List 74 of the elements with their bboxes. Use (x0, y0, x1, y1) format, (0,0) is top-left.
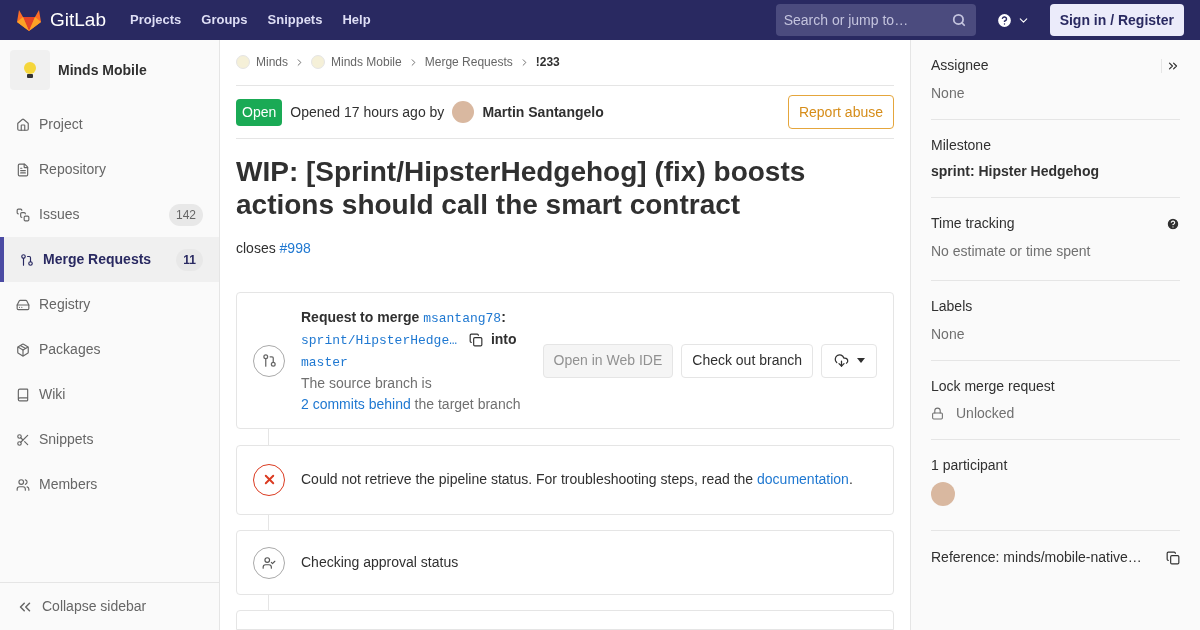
sidebar-item[interactable]: Merge Requests 11 (0, 237, 219, 282)
people-icon (16, 477, 30, 492)
author-link[interactable]: Martin Santangelo (482, 101, 604, 123)
lock-icon (931, 407, 944, 420)
count-badge: 11 (176, 248, 203, 271)
sidebar-item[interactable]: Wiki (0, 372, 219, 417)
sidebar-item[interactable]: Snippets (0, 417, 219, 462)
merge-request-icon (20, 252, 34, 267)
collapse-sidebar-button[interactable]: Collapse sidebar (0, 582, 219, 630)
copy-icon[interactable] (468, 333, 483, 348)
issue-link[interactable]: #998 (279, 240, 311, 257)
caret-icon (856, 358, 865, 364)
open-web-ide-button[interactable]: Open in Web IDE (542, 343, 674, 378)
section-label: Labels (931, 297, 974, 316)
source-user-link[interactable]: msantang78 (423, 310, 502, 326)
nav-link[interactable]: Help (342, 10, 371, 30)
home-icon (16, 117, 30, 132)
breadcrumb-link[interactable]: Minds Mobile (331, 53, 402, 72)
breadcrumb-link[interactable]: !233 (535, 53, 560, 72)
fox-logo-icon (16, 8, 42, 32)
target-branch-link[interactable]: master (301, 354, 348, 370)
count-badge: 142 (168, 203, 203, 226)
section-label: Time tracking (931, 214, 1016, 233)
sidebar-item[interactable]: Issues 142 (0, 192, 219, 237)
nav-link[interactable]: Snippets (267, 10, 323, 30)
sidebar-item[interactable]: Project (0, 102, 219, 147)
download-dropdown-button[interactable] (821, 343, 877, 378)
merge-label: Request to merge (301, 308, 421, 325)
breadcrumb-link[interactable]: Minds (256, 53, 288, 72)
nav-link[interactable]: Projects (130, 10, 182, 30)
section-label: Lock merge request (931, 377, 1056, 396)
expand-icon[interactable] (1161, 58, 1180, 73)
brand-name[interactable]: GitLab (50, 5, 106, 35)
sidebar-item[interactable]: Registry (0, 282, 219, 327)
project-name[interactable]: Minds Mobile (58, 59, 147, 81)
commits-behind-link[interactable]: 2 commits behind (301, 395, 411, 412)
copy-icon[interactable] (1166, 550, 1180, 565)
document-icon (16, 162, 30, 177)
package-icon (16, 342, 30, 357)
sidebar-item[interactable]: Packages (0, 327, 219, 372)
check-out-branch-button[interactable]: Check out branch (681, 343, 813, 378)
book-icon (16, 387, 30, 402)
section-label: 1 participant (931, 456, 1009, 475)
search-icon (951, 13, 966, 27)
section-label: Assignee (931, 56, 990, 75)
breadcrumb-link[interactable]: Merge Requests (424, 53, 513, 72)
reference-text: Reference: minds/mobile-native… (931, 548, 1143, 567)
milestone-value[interactable]: sprint: Hipster Hedgehog (931, 161, 1180, 182)
cloud-download-icon (833, 353, 849, 369)
section-value: No estimate or time spent (931, 242, 1092, 261)
colon-text: : (501, 308, 506, 325)
scissors-icon (16, 432, 30, 447)
merge-request-title: WIP: [Sprint/HipsterHedgehog] (fix) boosts actions should call the smart contract (236, 155, 807, 222)
branch-behind-message: The source branch is 2 commits behind the target branch (301, 373, 522, 414)
source-branch-link[interactable]: sprint/HipsterHedge… (301, 332, 458, 348)
documentation-link[interactable]: documentation (757, 471, 849, 488)
section-value: Unlocked (956, 404, 1015, 423)
pipeline-message: Could not retrieve the pipeline status. For troubleshooting steps, read the documentation. (301, 470, 853, 490)
author-avatar (452, 101, 475, 124)
help-icon[interactable] (995, 11, 1013, 29)
section-value: None (931, 84, 966, 103)
section-label: Milestone (931, 136, 992, 155)
sidebar-item[interactable]: Repository (0, 147, 219, 192)
status-badge: Open (236, 98, 283, 126)
sign-in-button[interactable]: Sign in / Register (1049, 4, 1184, 36)
nav-link[interactable]: Groups (201, 10, 248, 30)
into-text: into (490, 330, 517, 347)
opened-text: Opened 17 hours ago by (290, 102, 445, 122)
sidebar-item[interactable]: Members (0, 462, 219, 507)
section-value: None (931, 325, 966, 344)
description-text: closes #998 (236, 239, 312, 259)
lightbulb-icon (23, 61, 37, 79)
approval-status-text: Checking approval status (301, 553, 459, 573)
search-field[interactable]: Search or jump to… (775, 4, 976, 36)
